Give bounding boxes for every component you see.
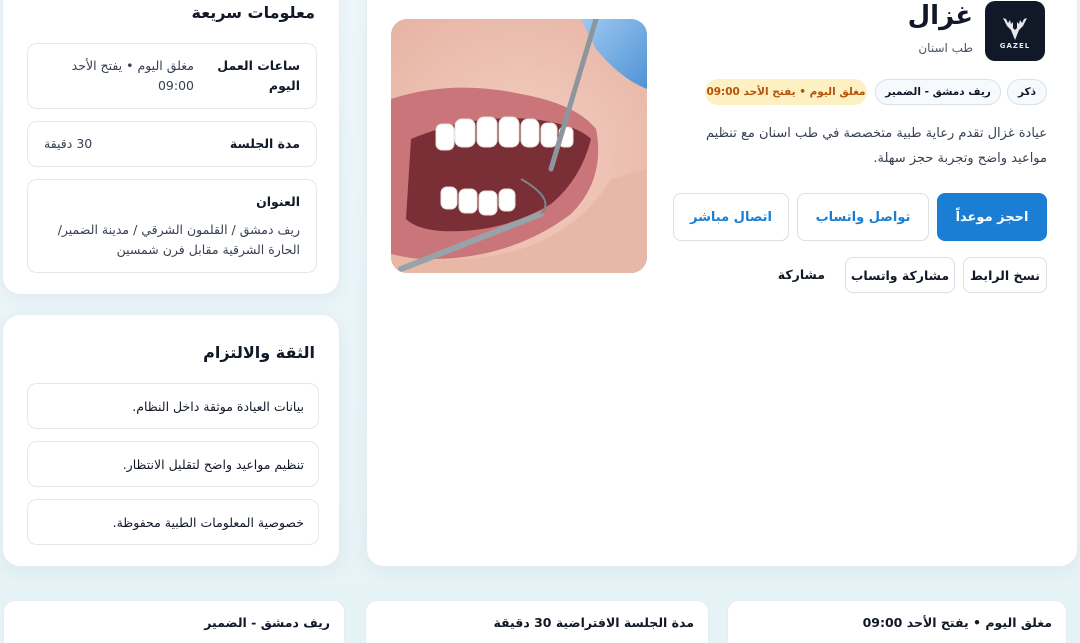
dental-photo-illustration: [391, 19, 647, 273]
hours-box: ساعات العمل اليوم مغلق اليوم • يفتح الأح…: [27, 43, 317, 109]
bottom-location-card: ريف دمشق - الضمير: [3, 600, 345, 643]
clinic-name: غزال: [907, 1, 973, 31]
book-appointment-button[interactable]: احجز موعداً: [937, 193, 1047, 241]
trust-item: تنظيم مواعيد واضح لتقليل الانتظار.: [27, 441, 319, 487]
clinic-description: عيادة غزال تقدم رعاية طبية متخصصة في طب …: [706, 126, 1047, 166]
trust-item: خصوصية المعلومات الطبية محفوظة.: [27, 499, 319, 545]
trust-item: بيانات العيادة موثقة داخل النظام.: [27, 383, 319, 429]
quick-info-card: معلومات سريعة ساعات العمل اليوم مغلق الي…: [2, 0, 340, 295]
logo-text: GAZEL: [999, 42, 1031, 50]
quick-info-title: معلومات سريعة: [191, 3, 316, 22]
session-box: مدة الجلسة 30 دقيقة: [27, 121, 317, 167]
address-value: ريف دمشق / القلمون الشرقي / مدينة الضمير…: [57, 222, 300, 257]
address-box: العنوان ريف دمشق / القلمون الشرقي / مدين…: [27, 179, 317, 273]
location-tag: ريف دمشق - الضمير: [875, 79, 1001, 105]
bottom-location-text: ريف دمشق - الضمير: [204, 615, 330, 630]
direct-call-button[interactable]: اتصال مباشر: [673, 193, 789, 241]
hours-value: مغلق اليوم • يفتح الأحد 09:00: [71, 58, 194, 93]
bottom-hours-card: مغلق اليوم • يفتح الأحد 09:00: [727, 600, 1067, 643]
share-whatsapp-button[interactable]: مشاركة واتساب: [845, 257, 955, 293]
gender-tag: ذكر: [1007, 79, 1047, 105]
clinic-image: [391, 19, 647, 273]
whatsapp-contact-button[interactable]: تواصل واتساب: [797, 193, 929, 241]
clinic-card: GAZEL غزال طب اسنان ذكر ريف دمشق - الضمي…: [366, 0, 1078, 567]
share-label: مشاركة: [777, 267, 825, 282]
trust-title: الثقة والالتزام: [203, 343, 315, 362]
bottom-session-card: مدة الجلسة الافتراضية 30 دقيقة: [365, 600, 709, 643]
hours-label: ساعات العمل اليوم: [217, 58, 300, 93]
clinic-specialty: طب اسنان: [918, 41, 973, 55]
bottom-hours-text: مغلق اليوم • يفتح الأحد 09:00: [862, 615, 1052, 630]
clinic-logo: GAZEL: [985, 1, 1045, 61]
trust-card: الثقة والالتزام بيانات العيادة موثقة داخ…: [2, 314, 340, 567]
session-label: مدة الجلسة: [229, 136, 300, 151]
status-badge: مغلق اليوم • يفتح الأحد 09:00: [705, 79, 867, 105]
address-label: العنوان: [256, 194, 300, 209]
bottom-session-text: مدة الجلسة الافتراضية 30 دقيقة: [493, 615, 694, 630]
session-value: 30 دقيقة: [44, 136, 93, 151]
copy-link-button[interactable]: نسخ الرابط: [963, 257, 1047, 293]
deer-icon: [1003, 18, 1027, 40]
